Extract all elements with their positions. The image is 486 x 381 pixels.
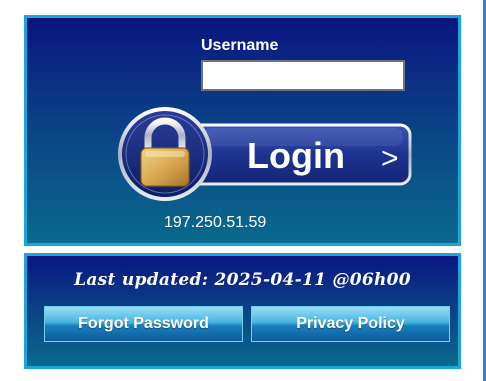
username-label: Username	[201, 37, 279, 54]
privacy-policy-button[interactable]: Privacy Policy	[251, 306, 450, 342]
username-input[interactable]	[201, 60, 405, 91]
last-updated-text: Last updated: 2025-04-11 @06h00	[74, 270, 411, 290]
login-button-label: Login	[247, 135, 345, 176]
login-button[interactable]: Login >	[117, 106, 412, 202]
login-arrow: >	[381, 142, 399, 175]
forgot-password-button[interactable]: Forgot Password	[44, 306, 243, 342]
footer-panel: Last updated: 2025-04-11 @06h00 Forgot P…	[24, 253, 461, 369]
login-panel: Username Login > 197.250.51.59	[24, 15, 461, 246]
ip-address: 197.250.51.59	[164, 214, 267, 231]
